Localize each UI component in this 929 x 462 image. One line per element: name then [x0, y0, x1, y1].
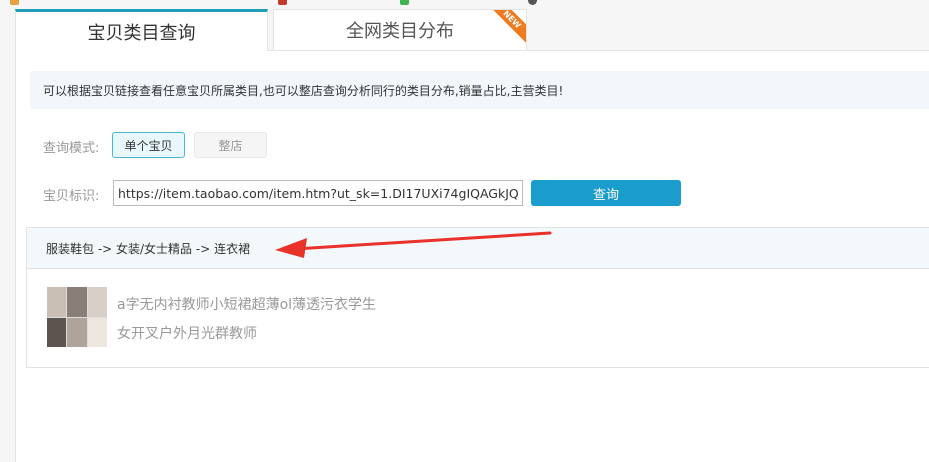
notice-text: 可以根据宝贝链接查看任意宝贝所属类目,也可以整店查询分析同行的类目分布,销量占比…: [43, 83, 564, 98]
item-thumbnail[interactable]: [47, 287, 107, 347]
item-title-line2[interactable]: 女开叉户外月光群教师: [117, 323, 257, 343]
app-icon: [10, 0, 19, 5]
category-path: 服装鞋包 -> 女装/女士精品 -> 连衣裙: [46, 241, 251, 256]
query-button[interactable]: 查询: [531, 180, 681, 206]
mode-single-item-button[interactable]: 单个宝贝: [112, 132, 185, 158]
notice-banner: 可以根据宝贝链接查看任意宝贝所属类目,也可以整店查询分析同行的类目分布,销量占比…: [30, 71, 929, 109]
red-arrow-icon: [275, 231, 552, 258]
tab-category-distribution[interactable]: 全网类目分布 NEW: [273, 9, 527, 50]
app-icon: [528, 0, 537, 5]
result-box: 服装鞋包 -> 女装/女士精品 -> 连衣裙 a字无内衬教师小短裙超薄ol薄透污…: [26, 227, 929, 368]
mode-option-label: 整店: [218, 138, 243, 153]
item-title-line1[interactable]: a字无内衬教师小短裙超薄ol薄透污衣学生: [117, 294, 376, 314]
app-icon: [278, 0, 287, 5]
item-url-input[interactable]: [113, 180, 523, 206]
mode-label: 查询模式:: [43, 141, 100, 156]
mode-option-label: 单个宝贝: [124, 138, 173, 153]
result-header: 服装鞋包 -> 女装/女士精品 -> 连衣裙: [27, 228, 929, 269]
tab-label: 宝贝类目查询: [87, 22, 196, 44]
new-badge: NEW: [487, 10, 526, 44]
top-strip: [0, 0, 929, 9]
main-panel: 可以根据宝贝链接查看任意宝贝所属类目,也可以整店查询分析同行的类目分布,销量占比…: [15, 50, 929, 462]
item-id-label: 宝贝标识:: [43, 189, 100, 204]
mode-whole-shop-button[interactable]: 整店: [194, 132, 267, 158]
tab-label: 全网类目分布: [346, 21, 454, 42]
tab-item-category-query[interactable]: 宝贝类目查询: [15, 9, 268, 51]
app-icon: [400, 0, 409, 5]
query-button-label: 查询: [592, 187, 619, 203]
tab-bar: 宝贝类目查询 全网类目分布 NEW: [15, 9, 929, 51]
